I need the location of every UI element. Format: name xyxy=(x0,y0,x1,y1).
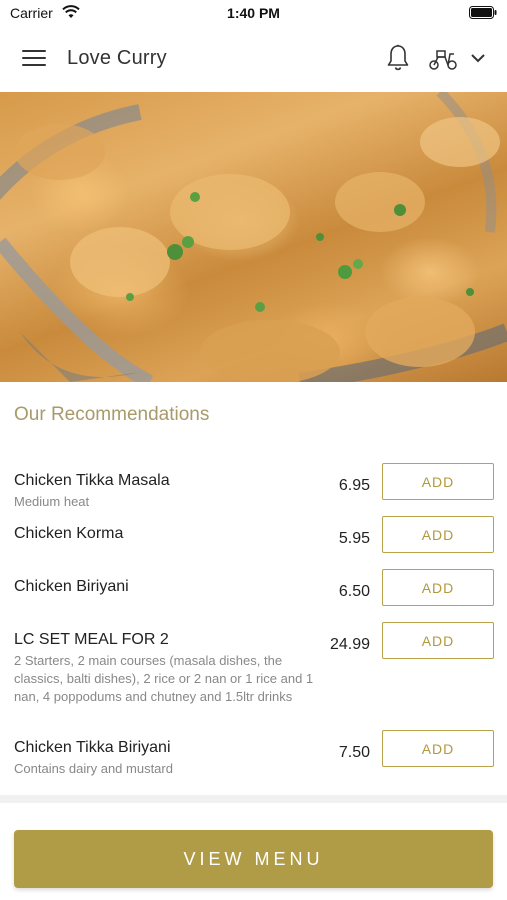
item-description: Contains dairy and mustard xyxy=(14,761,173,776)
hero-food-image xyxy=(0,92,507,382)
add-button[interactable]: ADD xyxy=(382,463,494,500)
add-button[interactable]: ADD xyxy=(382,516,494,553)
scooter-icon[interactable] xyxy=(428,47,458,71)
status-time: 1:40 PM xyxy=(227,5,280,21)
chevron-down-icon[interactable] xyxy=(470,51,486,65)
app-title: Love Curry xyxy=(67,47,167,69)
item-name: Chicken Tikka Masala xyxy=(14,472,170,489)
add-button[interactable]: ADD xyxy=(382,622,494,659)
section-title: Our Recommendations xyxy=(14,404,210,425)
item-name: Chicken Tikka Biriyani xyxy=(14,739,171,756)
item-description: 2 Starters, 2 main courses (masala dishe… xyxy=(14,653,314,704)
bell-icon[interactable] xyxy=(386,44,410,72)
view-menu-button[interactable]: VIEW MENU xyxy=(14,830,493,888)
item-name: Chicken Korma xyxy=(14,525,124,542)
item-name: Chicken Biriyani xyxy=(14,578,129,595)
battery-icon xyxy=(469,6,497,19)
curry-dish-illustration xyxy=(0,92,507,382)
menu-icon[interactable] xyxy=(22,50,46,68)
item-description: Medium heat xyxy=(14,494,90,509)
item-price: 5.95 xyxy=(338,530,370,547)
item-price: 6.50 xyxy=(338,583,370,600)
add-button[interactable]: ADD xyxy=(382,569,494,606)
item-name: LC SET MEAL FOR 2 xyxy=(14,631,169,648)
item-price: 7.50 xyxy=(338,744,370,761)
top-navbar: Love Curry xyxy=(0,26,507,92)
status-bar: Carrier 1:40 PM xyxy=(0,0,507,26)
add-button[interactable]: ADD xyxy=(382,730,494,767)
item-price: 6.95 xyxy=(338,477,370,494)
section-divider xyxy=(0,795,507,803)
item-price: 24.99 xyxy=(329,636,370,653)
